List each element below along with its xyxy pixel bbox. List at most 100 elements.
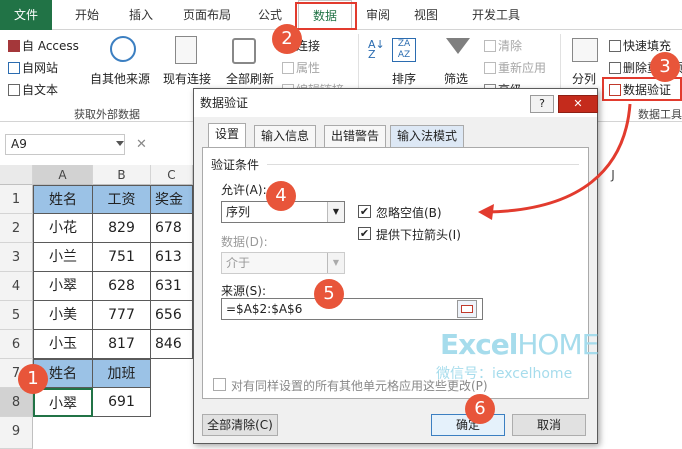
remove-duplicates-icon	[609, 62, 621, 74]
tab-settings[interactable]: 设置	[208, 123, 247, 148]
text-file-icon	[8, 84, 20, 96]
tab-ime-mode[interactable]: 输入法模式	[390, 125, 465, 147]
table-cell[interactable]: 678	[151, 214, 193, 243]
column-header-c[interactable]: C	[151, 165, 193, 185]
row-header[interactable]: 3	[0, 243, 33, 272]
data-tab-highlight	[295, 2, 357, 30]
step-badge-1: 1	[18, 364, 48, 394]
clear-all-button[interactable]: 全部清除(C)	[202, 414, 278, 436]
criteria-heading: 验证条件	[211, 158, 260, 172]
web-icon	[8, 62, 20, 74]
tab-file[interactable]: 文件	[0, 0, 52, 30]
step-badge-5: 5	[314, 279, 344, 309]
flash-fill-icon	[609, 40, 621, 52]
filter-icon	[446, 38, 470, 54]
sort-icon: ZA AZ	[392, 38, 416, 62]
table-cell[interactable]: 691	[93, 388, 151, 417]
properties-icon	[282, 62, 294, 74]
table-cell[interactable]: 817	[93, 330, 151, 359]
row-header[interactable]: 9	[0, 417, 33, 449]
tab-input-message[interactable]: 输入信息	[254, 125, 317, 147]
tab-review[interactable]: 审阅	[358, 0, 398, 30]
sort-ascending-icon[interactable]: A↓ Z	[368, 39, 385, 60]
table-cell[interactable]: 小兰	[33, 243, 93, 272]
sort-button[interactable]: 排序	[392, 70, 416, 87]
clear-filter-icon	[484, 40, 496, 52]
table-header-cell[interactable]: 工资	[93, 185, 151, 214]
table-cell[interactable]: 631	[151, 272, 193, 301]
tab-error-alert[interactable]: 出错警告	[324, 125, 387, 147]
table-cell[interactable]: 628	[93, 272, 151, 301]
row-header[interactable]: 6	[0, 330, 33, 359]
from-other-sources-button[interactable]: 自其他来源	[90, 70, 150, 87]
step-badge-6: 6	[465, 394, 495, 424]
row-header[interactable]: 2	[0, 214, 33, 243]
get-external-data-group-label: 获取外部数据	[74, 108, 140, 121]
clear-button[interactable]: 清除	[484, 37, 522, 54]
cancel-button[interactable]: 取消	[512, 414, 586, 436]
reapply-button[interactable]: 重新应用	[484, 59, 546, 76]
table-cell[interactable]: 656	[151, 301, 193, 330]
properties-button[interactable]: 属性	[282, 59, 320, 76]
name-box-dropdown-icon[interactable]	[116, 141, 124, 146]
table-header-cell[interactable]: 姓名	[33, 185, 93, 214]
annotation-arrow	[478, 103, 632, 220]
text-to-columns-button[interactable]: 分列	[572, 70, 596, 87]
in-cell-dropdown-label: 提供下拉箭头(I)	[376, 228, 461, 242]
select-all-corner[interactable]	[0, 165, 33, 185]
source-label: 来源(S):	[221, 284, 267, 298]
row-header[interactable]: 1	[0, 185, 33, 214]
table-header-cell[interactable]: 加班	[93, 359, 151, 388]
row-header[interactable]: 4	[0, 272, 33, 301]
reapply-icon	[484, 62, 496, 74]
from-access-button[interactable]: 自 Access	[8, 37, 79, 54]
step-badge-4: 4	[266, 181, 296, 211]
name-box[interactable]: A9	[5, 134, 125, 155]
apply-all-checkbox[interactable]	[213, 378, 226, 391]
data-label: 数据(D):	[221, 235, 268, 249]
tab-insert[interactable]: 插入	[118, 0, 164, 30]
tab-page-layout[interactable]: 页面布局	[172, 0, 242, 30]
refresh-all-button[interactable]: 全部刷新	[226, 70, 274, 87]
table-cell[interactable]: 小翠	[33, 272, 93, 301]
step-badge-2: 2	[272, 24, 302, 54]
data-operator-select[interactable]: 介于 ▼	[221, 252, 345, 274]
table-cell[interactable]: 小玉	[33, 330, 93, 359]
other-sources-icon	[110, 36, 136, 62]
table-cell[interactable]: 小美	[33, 301, 93, 330]
allow-label: 允许(A):	[221, 183, 267, 197]
ignore-blank-label: 忽略空值(B)	[376, 206, 442, 220]
existing-connections-icon	[175, 36, 197, 64]
table-cell[interactable]: 777	[93, 301, 151, 330]
table-cell[interactable]: 613	[151, 243, 193, 272]
refresh-all-icon	[232, 38, 256, 64]
row-header[interactable]: 5	[0, 301, 33, 330]
step-badge-3: 3	[650, 52, 680, 82]
column-header-a[interactable]: A	[33, 165, 93, 185]
ignore-blank-checkbox[interactable]: ✔	[358, 205, 371, 218]
table-cell[interactable]: 829	[93, 214, 151, 243]
access-icon	[8, 40, 20, 52]
in-cell-dropdown-checkbox[interactable]: ✔	[358, 227, 371, 240]
source-input[interactable]: =$A$2:$A$6	[221, 298, 483, 320]
text-to-columns-icon	[572, 38, 598, 62]
filter-button[interactable]: 筛选	[444, 70, 468, 87]
range-picker-icon[interactable]	[457, 300, 477, 318]
dropdown-arrow-icon: ▼	[327, 253, 344, 273]
tab-developer[interactable]: 开发工具	[456, 0, 536, 30]
from-web-button[interactable]: 自网站	[8, 59, 58, 76]
active-cell-a9[interactable]: 小翠	[33, 388, 93, 417]
tab-home[interactable]: 开始	[62, 0, 112, 30]
watermark-logo: ExcelHOME	[440, 328, 599, 361]
dropdown-arrow-icon: ▼	[327, 202, 344, 222]
cancel-entry-icon[interactable]: ✕	[136, 135, 154, 155]
table-cell[interactable]: 小花	[33, 214, 93, 243]
from-text-button[interactable]: 自文本	[8, 81, 58, 98]
tab-view[interactable]: 视图	[404, 0, 448, 30]
existing-connections-button[interactable]: 现有连接	[163, 70, 211, 87]
table-cell[interactable]: 751	[93, 243, 151, 272]
table-header-cell[interactable]: 奖金	[151, 185, 193, 214]
watermark-subtitle: 微信号：iexcelhome	[436, 366, 573, 382]
table-cell[interactable]: 846	[151, 330, 193, 359]
column-header-b[interactable]: B	[93, 165, 151, 185]
